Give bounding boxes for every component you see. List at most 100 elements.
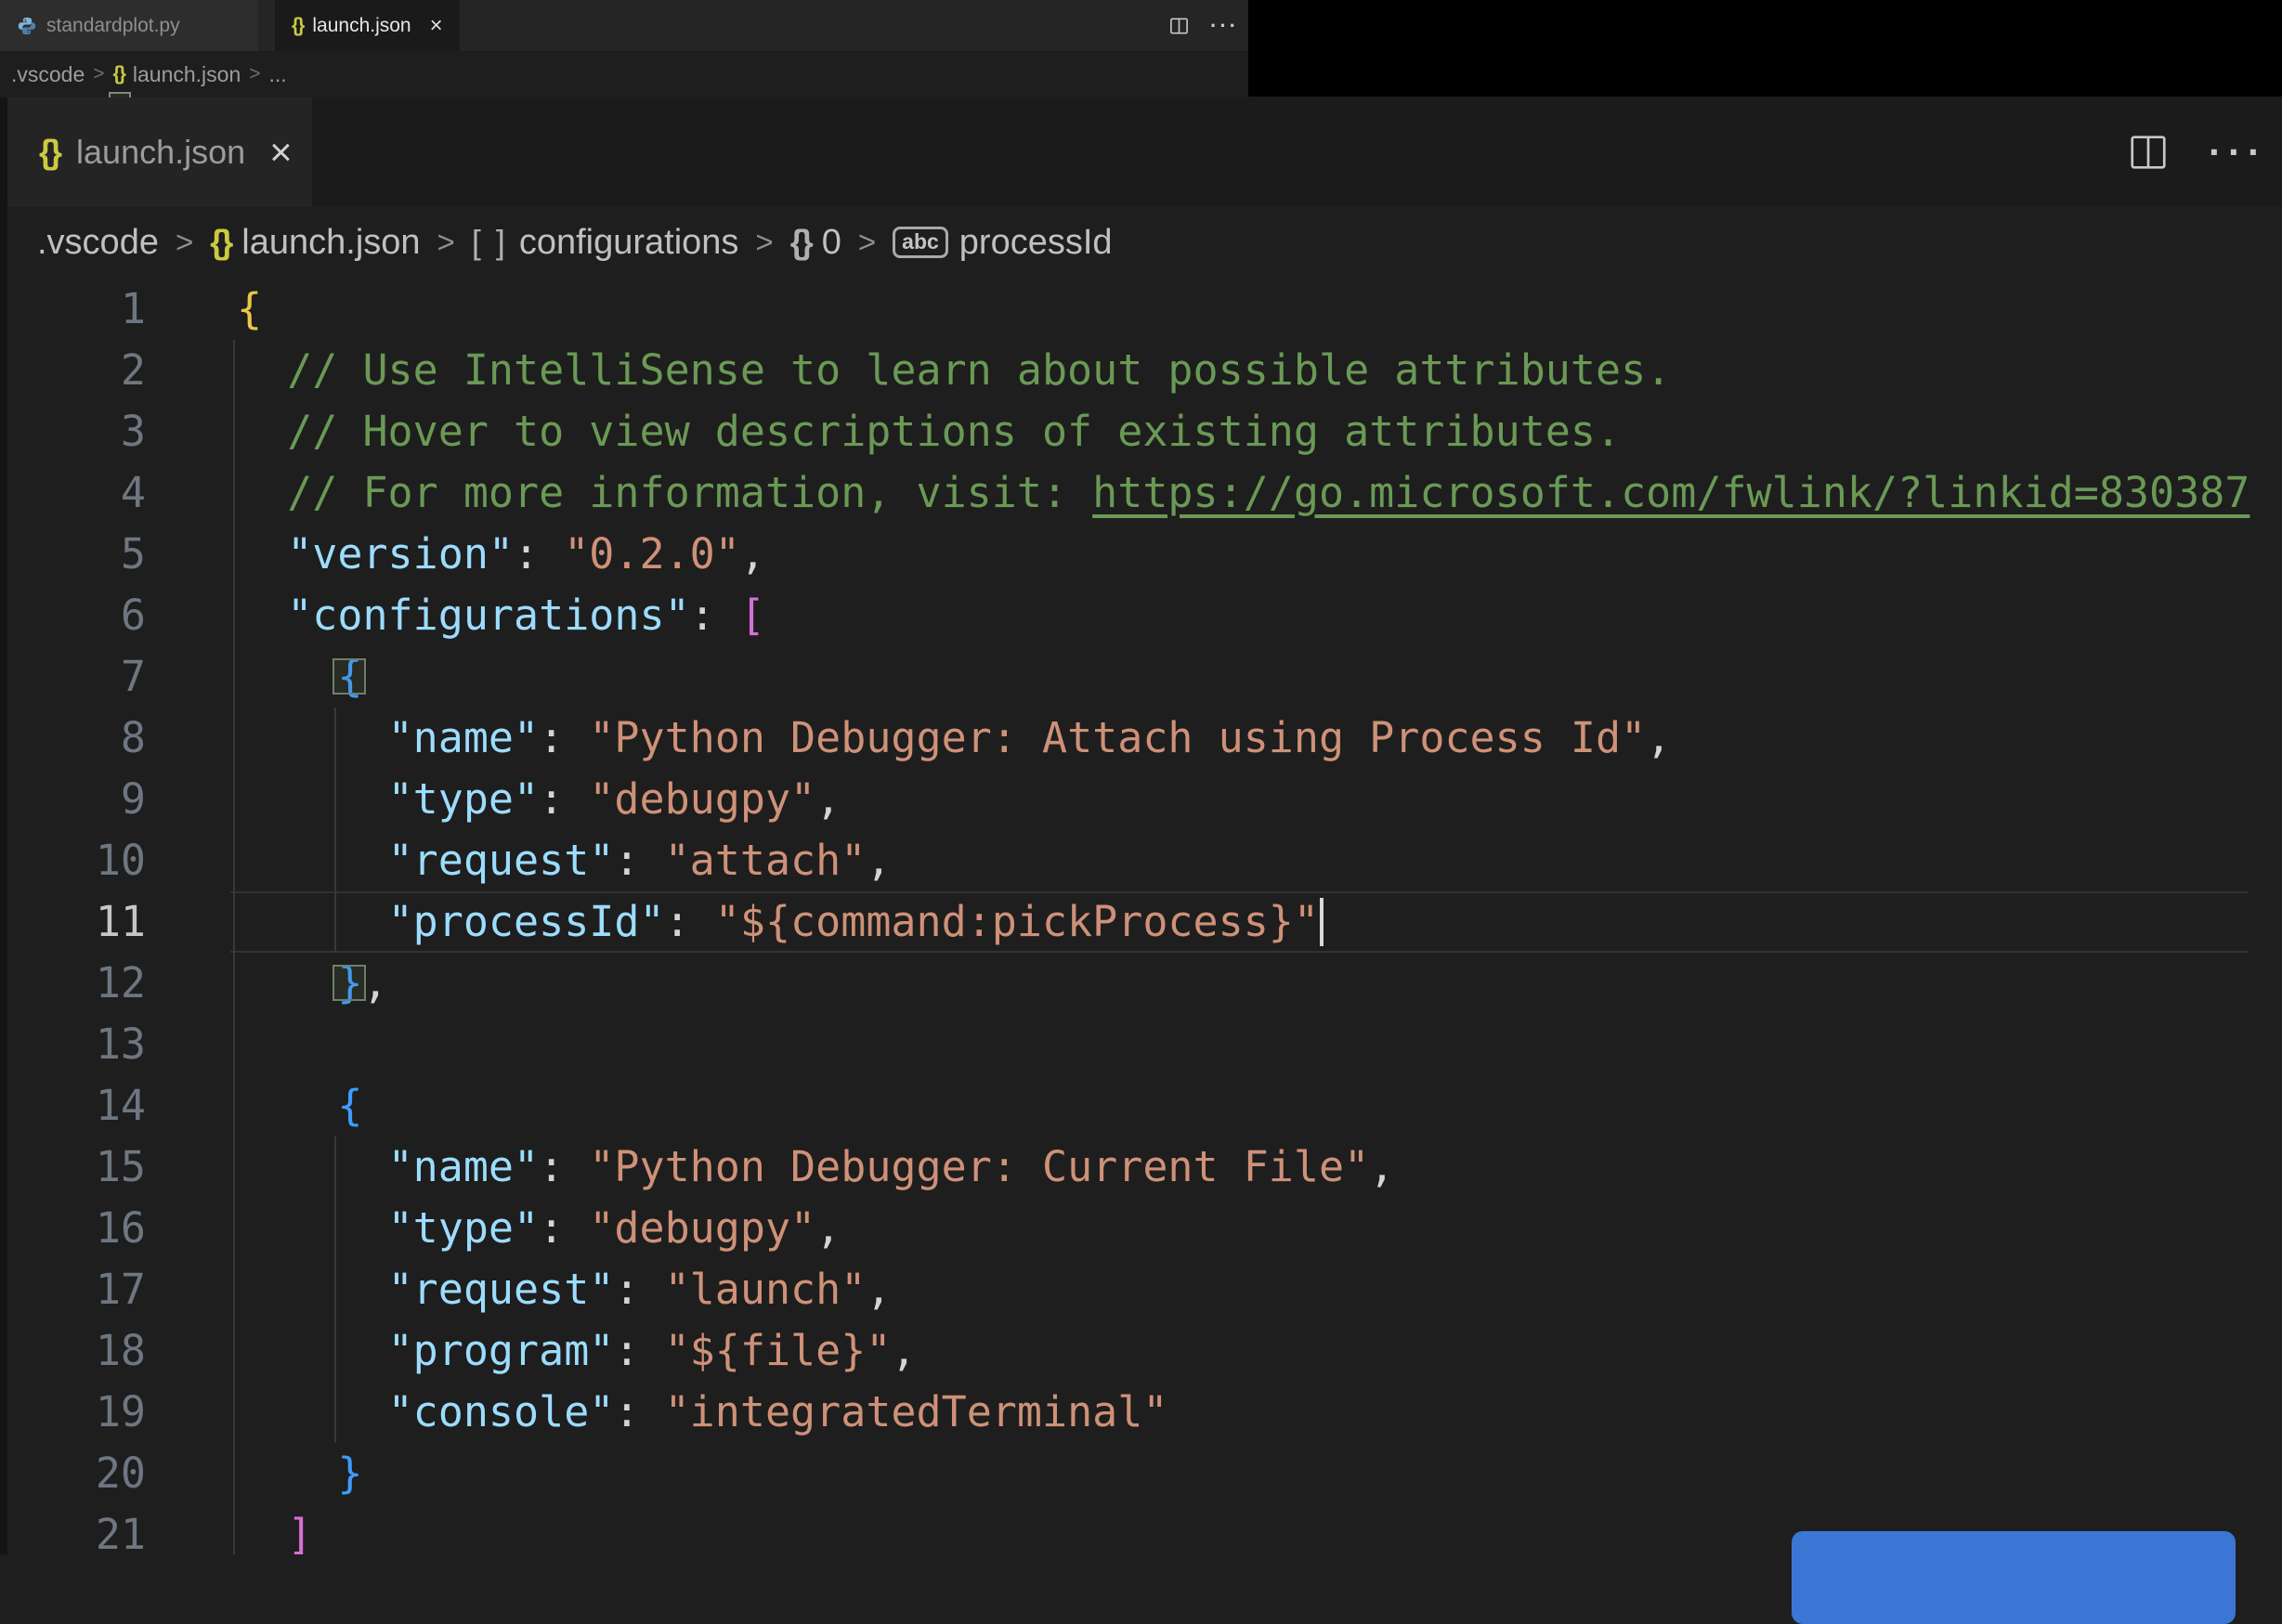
split-editor-icon[interactable] xyxy=(2127,129,2170,175)
breadcrumb-item-0[interactable]: {} 0 xyxy=(790,223,841,263)
line-number[interactable]: 8 xyxy=(0,708,146,769)
line-text: "version": "0.2.0", xyxy=(237,524,765,585)
line-number[interactable]: 14 xyxy=(0,1075,146,1137)
line-text: { xyxy=(237,279,262,340)
breadcrumb-more[interactable]: ... xyxy=(269,62,287,87)
line-number[interactable]: 6 xyxy=(0,585,146,646)
breadcrumb-item-launch-json[interactable]: {} launch.json xyxy=(210,223,420,263)
code-line-3[interactable]: 3 // Hover to view descriptions of exist… xyxy=(0,401,2282,462)
token: "configurations" xyxy=(287,591,690,640)
line-number[interactable]: 4 xyxy=(0,462,146,524)
chevron-right-icon: > xyxy=(93,63,105,84)
code-line-11[interactable]: 11 "processId": "${command:pickProcess}" xyxy=(0,891,2282,953)
line-number[interactable]: 10 xyxy=(0,830,146,891)
vscode-window: { "colors":{ "editor_background":"#1e1e1… xyxy=(0,0,2282,1624)
chevron-right-icon: > xyxy=(857,225,877,259)
line-number[interactable]: 1 xyxy=(0,279,146,340)
code-line-16[interactable]: 16 "type": "debugpy", xyxy=(0,1198,2282,1259)
line-text: } xyxy=(237,1443,362,1504)
token: , xyxy=(815,774,841,824)
code-line-17[interactable]: 17 "request": "launch", xyxy=(0,1259,2282,1320)
token: "debugpy" xyxy=(589,774,816,824)
chevron-right-icon: > xyxy=(755,225,774,259)
code-line-10[interactable]: 10 "request": "attach", xyxy=(0,830,2282,891)
line-number[interactable]: 9 xyxy=(0,769,146,830)
breadcrumb-file[interactable]: launch.json xyxy=(133,62,241,87)
code-line-7[interactable]: 7 { xyxy=(0,646,2282,708)
token: "attach" xyxy=(664,836,867,885)
line-number[interactable]: 21 xyxy=(0,1504,146,1554)
line-number[interactable]: 12 xyxy=(0,953,146,1014)
breadcrumb-label: launch.json xyxy=(241,222,421,262)
code-line-9[interactable]: 9 "type": "debugpy", xyxy=(0,769,2282,830)
line-number[interactable]: 11 xyxy=(0,891,146,953)
line-number[interactable]: 18 xyxy=(0,1320,146,1382)
abc-string-icon: abc xyxy=(893,227,948,258)
close-icon[interactable]: × xyxy=(269,132,293,172)
tab-label: launch.json xyxy=(76,132,246,171)
code-line-8[interactable]: 8 "name": "Python Debugger: Attach using… xyxy=(0,708,2282,769)
code-line-18[interactable]: 18 "program": "${file}", xyxy=(0,1320,2282,1382)
more-actions-icon[interactable]: ··· xyxy=(2209,130,2267,175)
code-line-15[interactable]: 15 "name": "Python Debugger: Current Fil… xyxy=(0,1137,2282,1198)
line-number[interactable]: 20 xyxy=(0,1443,146,1504)
tab-standardplot-py[interactable]: standardplot.py xyxy=(0,0,258,51)
code-line-19[interactable]: 19 "console": "integratedTerminal" xyxy=(0,1382,2282,1443)
more-actions-icon[interactable]: ··· xyxy=(1210,14,1239,38)
link[interactable]: https://go.microsoft.com/fwlink/?linkid=… xyxy=(1092,468,2249,517)
line-number[interactable]: 7 xyxy=(0,646,146,708)
line-number[interactable]: 15 xyxy=(0,1137,146,1198)
token: "integratedTerminal" xyxy=(664,1387,1168,1436)
code-lines: 1{2 // Use IntelliSense to learn about p… xyxy=(0,279,2282,1554)
code-line-6[interactable]: 6 "configurations": [ xyxy=(0,585,2282,646)
matched-bracket: } xyxy=(337,958,363,1007)
line-text: // For more information, visit: https://… xyxy=(237,462,2249,524)
breadcrumb-label: configurations xyxy=(518,222,739,262)
tab-launch-json-zoomed[interactable]: {} launch.json × xyxy=(7,97,312,206)
close-icon[interactable]: × xyxy=(430,14,443,37)
code-editor[interactable]: 1{2 // Use IntelliSense to learn about p… xyxy=(0,279,2282,1554)
token: , xyxy=(362,958,388,1007)
code-line-5[interactable]: 5 "version": "0.2.0", xyxy=(0,524,2282,585)
line-number[interactable]: 17 xyxy=(0,1259,146,1320)
code-line-20[interactable]: 20 } xyxy=(0,1443,2282,1504)
tab-launch-json[interactable]: {} launch.json × xyxy=(275,0,460,51)
token: "version" xyxy=(287,529,515,578)
add-configuration-button[interactable] xyxy=(1792,1531,2236,1624)
line-number[interactable]: 13 xyxy=(0,1014,146,1075)
token: "launch" xyxy=(664,1265,867,1314)
line-number[interactable]: 5 xyxy=(0,524,146,585)
chevron-right-icon: > xyxy=(249,63,261,84)
code-line-14[interactable]: 14 { xyxy=(0,1075,2282,1137)
token: : xyxy=(539,774,590,824)
split-editor-icon[interactable] xyxy=(1168,15,1190,37)
line-text: "name": "Python Debugger: Attach using P… xyxy=(237,708,1672,769)
line-number[interactable]: 2 xyxy=(0,340,146,401)
breadcrumb-folder[interactable]: .vscode xyxy=(11,62,85,87)
breadcrumb-item-processid[interactable]: abc processId xyxy=(893,223,1113,263)
code-line-12[interactable]: 12 }, xyxy=(0,953,2282,1014)
breadcrumb-item-vscode[interactable]: .vscode xyxy=(37,223,159,263)
code-line-2[interactable]: 2 // Use IntelliSense to learn about pos… xyxy=(0,340,2282,401)
code-line-4[interactable]: 4 // For more information, visit: https:… xyxy=(0,462,2282,524)
breadcrumb-item-configurations[interactable]: [ ] configurations xyxy=(472,223,739,263)
code-line-1[interactable]: 1{ xyxy=(0,279,2282,340)
token: , xyxy=(866,836,892,885)
indent-guide xyxy=(233,340,235,1554)
token: : xyxy=(614,836,665,885)
token: : xyxy=(689,591,740,640)
token: : xyxy=(664,897,715,946)
code-line-13[interactable]: 13 xyxy=(0,1014,2282,1075)
token: "debugpy" xyxy=(589,1203,816,1253)
line-number[interactable]: 19 xyxy=(0,1382,146,1443)
token: "request" xyxy=(387,836,615,885)
array-brackets-icon: [ ] xyxy=(471,223,508,261)
line-number[interactable]: 16 xyxy=(0,1198,146,1259)
token: , xyxy=(1369,1142,1395,1191)
editor-actions: ··· xyxy=(2127,129,2282,175)
line-number[interactable]: 3 xyxy=(0,401,146,462)
